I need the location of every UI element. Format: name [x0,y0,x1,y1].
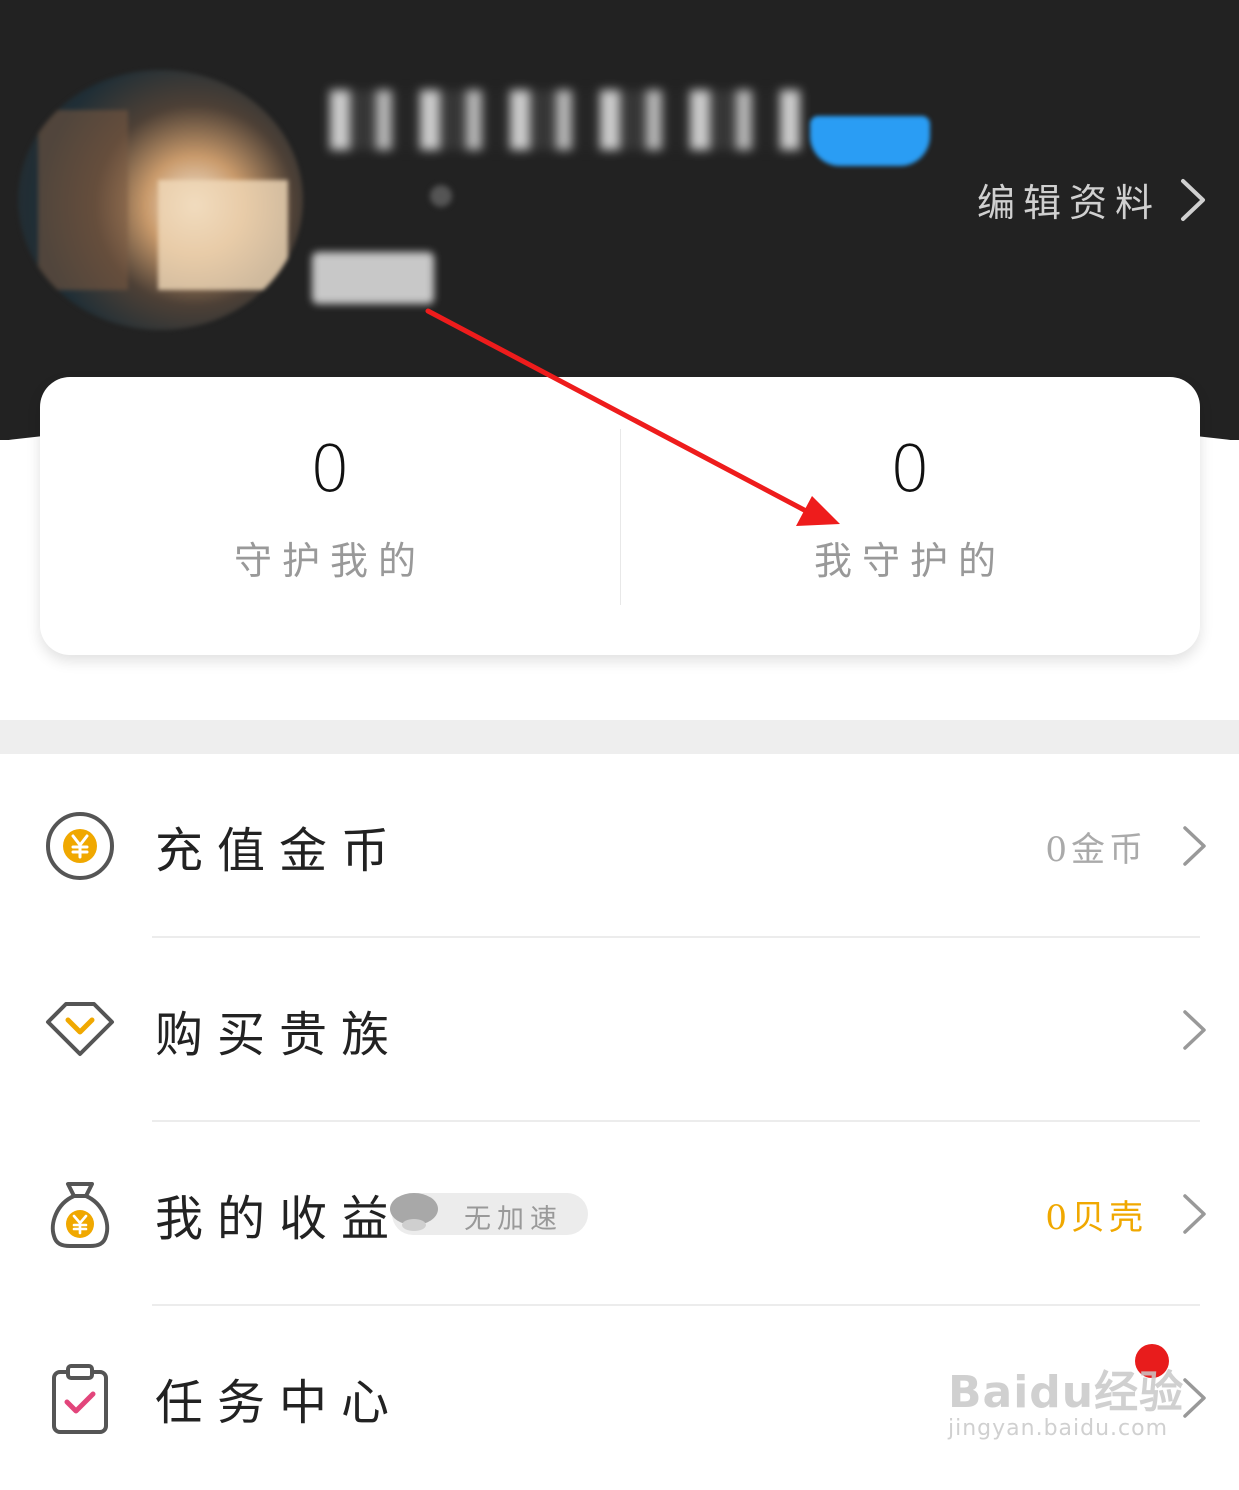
edit-profile-button[interactable]: 编辑资料 [977,172,1209,227]
chevron-right-icon [1183,1194,1206,1234]
menu-item-earnings[interactable]: 我的收益 无加速 0贝壳 [0,1122,1239,1306]
username-redacted [330,90,800,150]
menu-item-recharge[interactable]: 充值金币 0金币 [0,754,1239,938]
stat-i-guard-value: 0 [889,432,931,507]
user-id-redacted [430,185,452,207]
clipboard-icon [52,1364,108,1434]
stat-guarding-me-label: 守护我的 [233,538,426,583]
stat-i-guard[interactable]: 0 我守护的 [620,377,1200,655]
notification-dot [1135,1344,1169,1378]
coin-icon [46,812,114,880]
no-boost-label: 无加速 [464,1204,563,1235]
menu-item-nobility[interactable]: 购买贵族 [0,938,1239,1122]
user-tag-redacted [312,252,434,304]
avatar[interactable] [18,70,303,330]
chevron-right-icon [1183,1010,1206,1050]
no-boost-badge: 无加速 [390,1193,588,1235]
chevron-right-icon [1181,178,1205,221]
stat-i-guard-label: 我守护的 [813,538,1006,583]
stat-divider [620,429,621,605]
menu-label-tasks: 任务中心 [155,1375,404,1431]
guard-stats-card: 0 守护我的 0 我守护的 [40,377,1200,655]
stat-guarding-me[interactable]: 0 守护我的 [40,377,620,655]
menu-list: 充值金币 0金币 购买贵族 我的收益 无加速 0贝壳 任务中心 [0,754,1239,1490]
shell-balance: 0贝壳 [1045,1197,1147,1238]
menu-label-nobility: 购买贵族 [155,1007,404,1063]
chevron-right-icon [1183,1378,1206,1418]
edit-profile-label: 编辑资料 [976,181,1161,225]
profile-header: 编辑资料 [0,0,1239,440]
menu-label-recharge: 充值金币 [155,823,404,879]
menu-label-earnings: 我的收益 [155,1191,404,1247]
chevron-right-icon [1183,826,1206,866]
shell-icon [390,1193,438,1231]
vip-badge [810,116,930,166]
diamond-icon [46,1002,114,1056]
coin-balance: 0金币 [1045,829,1147,870]
stat-guarding-me-value: 0 [309,432,351,507]
money-bag-icon [50,1182,110,1248]
menu-item-tasks[interactable]: 任务中心 [0,1306,1239,1490]
section-separator [0,720,1239,754]
